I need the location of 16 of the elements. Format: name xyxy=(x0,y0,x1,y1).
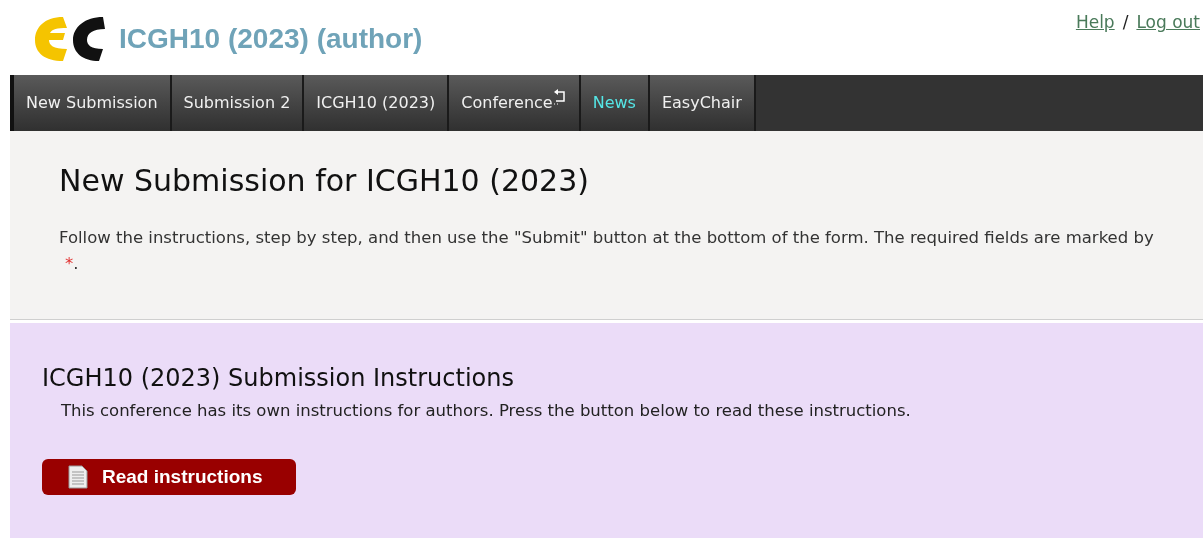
intro-text: Follow the instructions, step by step, and then use the "Submit" button at the bottom of the form. The required fields are marked by *. xyxy=(59,227,1155,275)
page-title: ICGH10 (2023) (author) xyxy=(119,21,423,56)
menu-item[interactable]: New Submission xyxy=(14,75,172,131)
document-icon xyxy=(68,464,88,489)
logout-link[interactable]: Log out xyxy=(1136,10,1200,36)
instructions-text: This conference has its own instructions for authors. Press the button below to read these instructions. xyxy=(61,400,912,422)
menu-item[interactable]: EasyChair xyxy=(649,75,756,131)
separator-text: / xyxy=(1122,11,1129,34)
menu-item[interactable]: ICGH10 (2023) xyxy=(304,75,450,131)
help-link[interactable]: Help xyxy=(1075,10,1115,36)
section-heading: ICGH10 (2023) Submission Instructions xyxy=(42,363,515,393)
menu-item[interactable]: Conference xyxy=(449,75,581,131)
read-instructions-button[interactable]: Read instructions xyxy=(42,458,296,495)
menu-item[interactable]: Submission 2 xyxy=(171,75,305,131)
page-heading: New Submission for ICGH10 (2023) xyxy=(59,162,590,200)
menu-item[interactable]: News xyxy=(580,75,650,131)
